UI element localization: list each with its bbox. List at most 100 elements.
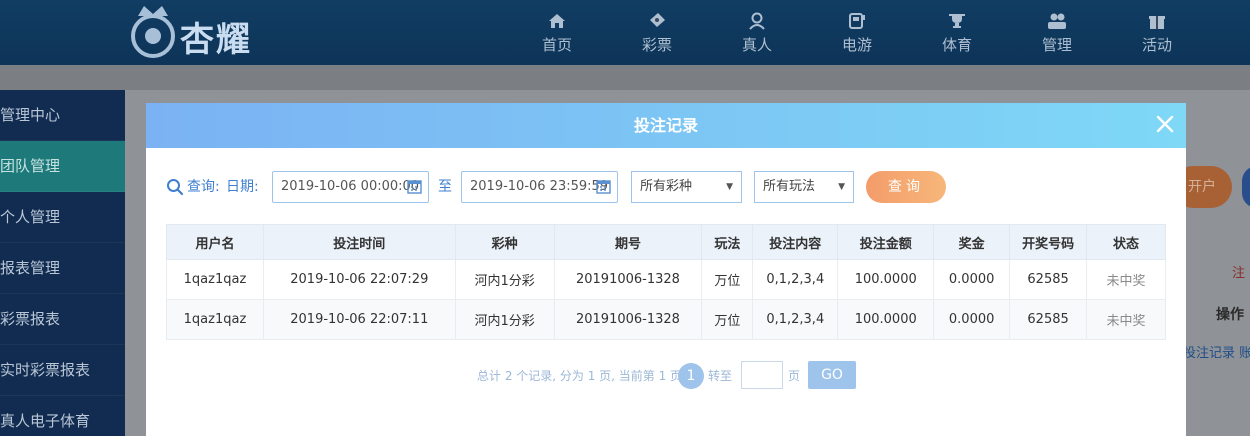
end-date-input[interactable]: 2019-10-06 23:59:59 [461,171,618,203]
nav-item-manage[interactable]: 管理 [1007,0,1107,65]
caret-down-icon: ▼ [838,182,845,192]
game-icon [849,12,865,29]
close-icon[interactable] [1154,113,1176,135]
table-row[interactable]: 1qaz1qaz 2019-10-06 22:07:29 河内1分彩 20191… [166,259,1166,300]
play-select-value: 所有玩法 [763,179,816,194]
pagination: 总计 2 个记录, 分为 1 页, 当前第 1 页 1 转至 页 GO [146,361,1186,390]
nav-label: 体育 [941,35,972,54]
date-label: 日期: [226,179,259,195]
column-header: 投注内容 [752,224,839,260]
lottery-select-value: 所有彩种 [640,179,693,194]
column-header: 玩法 [701,224,754,260]
modal-header: 投注记录 [146,103,1186,148]
brand-logo[interactable]: 杏耀 [128,2,278,62]
cell-draw-number: 62585 [1009,259,1088,300]
caret-down-icon: ▼ [726,182,733,192]
nav-item-events[interactable]: 活动 [1107,0,1207,65]
cell-issue: 20191006-1328 [553,299,703,340]
sidebar-item-team[interactable]: 团队管理 [0,141,125,192]
person-icon [749,12,765,30]
sidebar-item-lottery-report[interactable]: 彩票报表 [0,294,125,345]
pagination-summary: 总计 2 个记录, 分为 1 页, 当前第 1 页 [477,369,683,383]
nav-label: 彩票 [641,35,672,54]
nav-label: 活动 [1141,35,1172,54]
note-label: 注 [1232,266,1246,281]
lottery-select[interactable]: 所有彩种 ▼ [631,171,742,203]
nav-item-lottery[interactable]: 彩票 [607,0,707,65]
query-button[interactable]: 查询 [866,171,946,203]
main-nav: 首页 彩票 真人 电游 体育 管理 活动 [507,0,1207,65]
nav-label: 电游 [841,35,872,54]
go-button[interactable]: GO [808,361,856,389]
modal-title: 投注记录 [633,116,698,135]
cell-play: 万位 [701,299,754,340]
cell-bonus: 0.0000 [933,299,1011,340]
home-icon [549,13,565,28]
play-select[interactable]: 所有玩法 ▼ [754,171,854,203]
nav-item-games[interactable]: 电游 [807,0,907,65]
trophy-icon [949,13,965,28]
cell-status: 未中奖 [1086,299,1166,340]
cell-content: 0,1,2,3,4 [752,299,839,340]
bet-record-table: 用户名 投注时间 彩种 期号 玩法 投注内容 投注金额 奖金 开奖号码 状态 1… [166,224,1166,340]
table-row[interactable]: 1qaz1qaz 2019-10-06 22:07:11 河内1分彩 20191… [166,299,1166,340]
logo-emblem-icon [131,6,175,58]
cell-bet-time: 2019-10-06 22:07:11 [262,299,456,340]
calendar-icon[interactable] [596,179,611,194]
cell-draw-number: 62585 [1009,299,1088,340]
query-label: 查询: [187,179,220,195]
gift-icon [1149,15,1165,29]
action-column-header: 操作 [1216,307,1244,323]
cell-bet-time: 2019-10-06 22:07:29 [262,259,456,300]
page-suffix-label: 页 [788,369,801,383]
start-date-input[interactable]: 2019-10-06 00:00:00 [272,171,429,203]
cell-bonus: 0.0000 [933,259,1011,300]
column-header: 开奖号码 [1009,224,1088,260]
sidebar-item-live-sports[interactable]: 真人电子体育 [0,396,125,436]
ticket-icon [650,12,665,27]
sidebar: 管理中心 团队管理 个人管理 报表管理 彩票报表 实时彩票报表 真人电子体育 [0,90,125,436]
calendar-icon[interactable] [407,179,422,194]
nav-label: 首页 [541,35,572,54]
column-header: 状态 [1086,224,1166,260]
column-header: 投注金额 [837,224,935,260]
table-header-row: 用户名 投注时间 彩种 期号 玩法 投注内容 投注金额 奖金 开奖号码 状态 [166,224,1166,260]
end-date-value: 2019-10-06 23:59:59 [470,179,609,194]
cell-play: 万位 [701,259,754,300]
to-label: 至 [438,179,452,195]
column-header: 期号 [553,224,703,260]
cell-username: 1qaz1qaz [166,299,264,340]
cell-amount: 100.0000 [837,259,935,300]
nav-label: 真人 [741,35,772,54]
sidebar-item-realtime-report[interactable]: 实时彩票报表 [0,345,125,396]
column-header: 奖金 [933,224,1011,260]
column-header: 用户名 [166,224,264,260]
sub-bar [0,65,1250,90]
sidebar-item-reports[interactable]: 报表管理 [0,243,125,294]
page-jump-input[interactable] [741,361,783,389]
cell-amount: 100.0000 [837,299,935,340]
nav-item-live[interactable]: 真人 [707,0,807,65]
logo-text: 杏耀 [180,20,252,60]
users-icon [1048,13,1066,29]
page-number-button[interactable]: 1 [678,363,704,389]
nav-label: 管理 [1041,35,1072,54]
top-navigation-bar: 杏耀 首页 彩票 真人 电游 体育 管理 活动 [0,0,1250,65]
bet-record-modal: 投注记录 查询: 日期: 2019-10-06 00:00:00 至 2019-… [146,103,1186,436]
cell-content: 0,1,2,3,4 [752,259,839,300]
nav-item-home[interactable]: 首页 [507,0,607,65]
cell-lottery: 河内1分彩 [454,259,555,300]
cell-lottery: 河内1分彩 [454,299,555,340]
sidebar-item-center[interactable]: 管理中心 [0,90,125,141]
search-icon [167,179,184,196]
row-action-links[interactable]: 投注记录 账变 [1183,342,1250,361]
nav-item-sports[interactable]: 体育 [907,0,1007,65]
column-header: 彩种 [454,224,555,260]
start-date-value: 2019-10-06 00:00:00 [281,179,420,194]
goto-label: 转至 [708,369,733,383]
cell-username: 1qaz1qaz [166,259,264,300]
cell-status: 未中奖 [1086,259,1166,300]
sidebar-item-personal[interactable]: 个人管理 [0,192,125,243]
column-header: 投注时间 [262,224,456,260]
filter-bar: 查询: 日期: 2019-10-06 00:00:00 至 2019-10-06… [166,171,1166,203]
